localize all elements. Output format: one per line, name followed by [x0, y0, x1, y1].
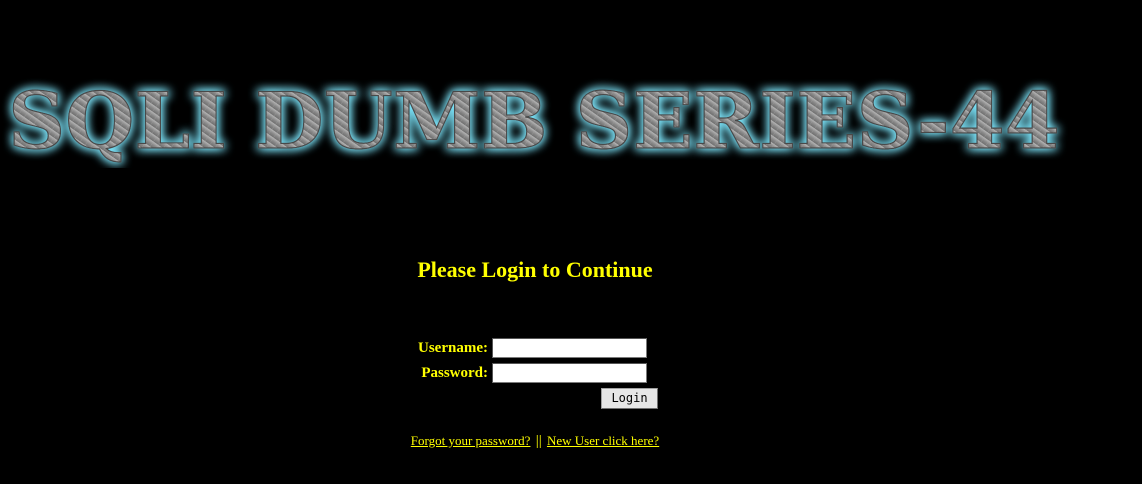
username-label: Username: — [418, 340, 488, 356]
banner-logo: SQLI DUMB SERIES-44 — [0, 78, 1080, 168]
login-button[interactable]: Login — [601, 388, 658, 409]
account-links: Forgot your password? || New User click … — [380, 431, 690, 451]
login-heading: Please Login to Continue — [417, 257, 653, 282]
forgot-password-link[interactable]: Forgot your password? — [411, 433, 531, 448]
password-label: Password: — [421, 365, 488, 381]
password-input[interactable] — [492, 363, 647, 383]
banner-logo-graphic: SQLI DUMB SERIES-44 — [7, 78, 1060, 168]
links-separator: || — [535, 433, 542, 449]
banner-title: SQLI DUMB SERIES-44 — [8, 78, 1060, 167]
username-input[interactable] — [492, 338, 647, 358]
new-user-link[interactable]: New User click here? — [547, 433, 659, 448]
